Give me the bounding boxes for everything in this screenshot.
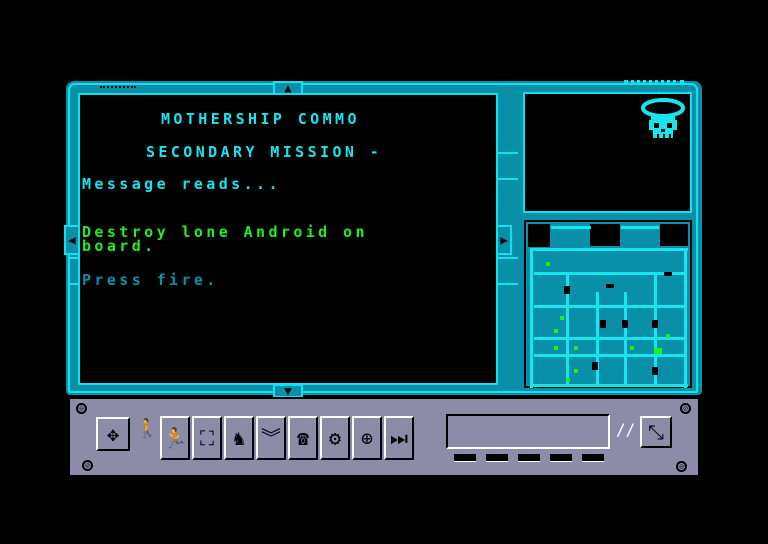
end-turn-button[interactable]: ⏭ <box>384 416 414 460</box>
communicate-button[interactable]: ☎ <box>288 416 318 460</box>
frame-tick <box>70 283 78 285</box>
portrait-panel <box>523 92 692 213</box>
crosshair-icon: ⊕ <box>360 426 374 450</box>
chevrons-icon: ︾ <box>261 426 281 450</box>
screw-icon: ⊖ <box>676 461 687 472</box>
minimap <box>524 220 692 388</box>
shoot-button[interactable]: 🏃 <box>160 416 190 460</box>
led-indicators <box>454 454 604 462</box>
scroll-right-button[interactable]: ▶ <box>496 225 512 255</box>
zoom-map-button[interactable]: ⤡ <box>640 416 672 448</box>
scroll-down-button[interactable]: ▼ <box>273 384 303 398</box>
expand-arrows-icon: ⤡ <box>648 420 664 444</box>
led <box>550 454 572 462</box>
message-body-line2: board. <box>82 237 157 255</box>
inspect-button[interactable]: ⛶ <box>192 416 222 460</box>
led <box>582 454 604 462</box>
fast-forward-icon: ⏭ <box>390 426 408 450</box>
slash-decoration: // <box>616 420 636 439</box>
inspect-icon: ⛶ <box>200 426 214 450</box>
character-button[interactable]: ♞ <box>224 416 254 460</box>
telephone-icon: ☎ <box>296 426 310 450</box>
frame-tick <box>498 178 518 180</box>
arrow-left-icon: ◀ <box>68 233 76 247</box>
disk-icon: ⚙ <box>328 426 342 450</box>
frame-decoration <box>100 86 136 91</box>
walking-figure-icon: 🚶 <box>136 418 159 439</box>
message-subtitle: SECONDARY MISSION - <box>146 143 383 161</box>
frame-tick <box>70 257 78 259</box>
led <box>486 454 508 462</box>
frame-decoration <box>624 80 684 86</box>
press-fire-prompt: Press fire. <box>82 271 219 289</box>
message-intro: Message reads... <box>82 175 281 193</box>
scroll-up-button[interactable]: ▲ <box>273 81 303 95</box>
message-title: MOTHERSHIP COMMO <box>161 110 360 128</box>
move-arrows-icon: ✥ <box>106 422 120 446</box>
target-button[interactable]: ⊕ <box>352 416 382 460</box>
move-cursor-button[interactable]: ✥ <box>96 417 130 451</box>
screw-icon: ⊖ <box>76 403 87 414</box>
led <box>454 454 476 462</box>
frame-tick <box>498 283 518 285</box>
character-icon: ♞ <box>232 426 246 450</box>
options-button[interactable]: ⚙ <box>320 416 350 460</box>
arrow-up-icon: ▲ <box>284 81 292 95</box>
rank-button[interactable]: ︾ <box>256 416 286 460</box>
frame-tick <box>498 152 518 154</box>
led <box>518 454 540 462</box>
arrow-down-icon: ▼ <box>284 384 292 398</box>
runner-icon: 🏃 <box>162 426 188 450</box>
frame-tick <box>498 257 518 259</box>
status-display <box>446 414 610 449</box>
screw-icon: ⊘ <box>680 403 691 414</box>
skull-icon <box>641 98 685 138</box>
screw-icon: ⊘ <box>82 460 93 471</box>
scroll-left-button[interactable]: ◀ <box>64 225 80 255</box>
arrow-right-icon: ▶ <box>500 233 508 247</box>
